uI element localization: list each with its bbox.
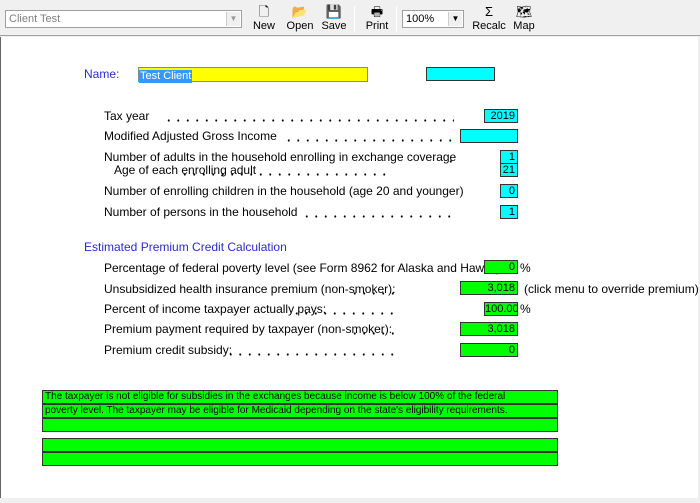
dot-leader: [292, 312, 400, 315]
message-line: The taxpayer is not eligible for subsidi…: [42, 390, 558, 404]
map-icon: 🗺: [515, 4, 533, 19]
client-select[interactable]: Client Test ▼: [5, 10, 242, 28]
required-value: 3,018: [460, 322, 518, 336]
message-line: [42, 418, 558, 432]
magi-input[interactable]: [460, 129, 518, 143]
dot-leader: [164, 119, 454, 122]
persons-input[interactable]: 1: [500, 205, 518, 219]
sigma-icon: Σ: [484, 4, 494, 19]
save-button[interactable]: 💾 Save: [321, 4, 347, 34]
new-file-icon: 🗋: [258, 4, 270, 19]
save-disk-icon: 💾: [325, 4, 343, 19]
open-button[interactable]: 📂 Open: [285, 4, 315, 34]
name-input[interactable]: Test Client: [138, 67, 368, 83]
open-folder-icon: 📂: [291, 4, 309, 19]
new-button[interactable]: 🗋 New: [252, 4, 276, 34]
zoom-value: 100%: [406, 13, 435, 25]
percent-sign: %: [520, 302, 531, 316]
percent-sign: %: [520, 261, 531, 275]
pays-value: 100.00: [484, 302, 519, 316]
premium-value[interactable]: 3,018: [460, 281, 518, 295]
dot-leader: [226, 353, 400, 356]
section-heading: Estimated Premium Credit Calculation: [84, 240, 287, 254]
message-line: [42, 438, 558, 452]
fpl-label: Percentage of federal poverty level (see…: [104, 261, 501, 275]
subsidy-value: 0: [460, 343, 518, 357]
fpl-value: 0: [484, 260, 518, 274]
name-input-value: Test Client: [139, 70, 193, 83]
tax-year-label: Tax year: [104, 109, 150, 123]
dot-leader: [302, 215, 454, 218]
printer-icon: 🖶: [370, 4, 384, 19]
save-label: Save: [321, 20, 347, 32]
premium-note: (click menu to override premium): [524, 282, 699, 296]
dot-leader: [350, 332, 400, 335]
chevron-down-icon[interactable]: ▼: [448, 12, 462, 26]
required-label: Premium payment required by taxpayer (no…: [104, 322, 393, 336]
subsidy-label: Premium credit subsidy:: [104, 343, 233, 357]
zoom-select[interactable]: 100% ▼: [402, 10, 464, 28]
toolbar: Client Test ▼ 🗋 New 📂 Open 💾 Save 🖶 Print 100…: [0, 0, 700, 36]
map-label: Map: [513, 20, 535, 32]
magi-label: Modified Adjusted Gross Income: [104, 129, 277, 143]
print-button[interactable]: 🖶 Print: [364, 4, 390, 34]
ssn-input[interactable]: [426, 67, 495, 81]
separator: [354, 6, 355, 32]
recalc-button[interactable]: Σ Recalc: [472, 4, 506, 34]
adults-input[interactable]: 1: [500, 150, 518, 164]
chevron-down-icon[interactable]: ▼: [226, 12, 240, 26]
message-line: poverty level. The taxpayer may be eligi…: [42, 404, 558, 418]
tax-year-input[interactable]: 2019: [484, 109, 518, 123]
dot-leader: [350, 292, 400, 295]
client-select-value: Client Test: [9, 13, 61, 25]
dot-leader: [446, 160, 454, 163]
age-input[interactable]: 21: [500, 163, 518, 177]
dot-leader: [180, 173, 388, 176]
name-label: Name:: [84, 67, 120, 81]
children-label: Number of enrolling children in the hous…: [104, 184, 464, 198]
separator: [396, 6, 397, 32]
new-label: New: [252, 20, 275, 32]
map-button[interactable]: 🗺 Map: [511, 4, 537, 34]
children-input[interactable]: 0: [500, 184, 518, 198]
open-label: Open: [286, 20, 314, 32]
dot-leader: [284, 139, 454, 142]
message-line: [42, 452, 558, 466]
adults-label: Number of adults in the household enroll…: [104, 150, 457, 164]
persons-label: Number of persons in the household: [104, 205, 298, 219]
print-label: Print: [365, 20, 389, 32]
recalc-label: Recalc: [472, 20, 506, 32]
